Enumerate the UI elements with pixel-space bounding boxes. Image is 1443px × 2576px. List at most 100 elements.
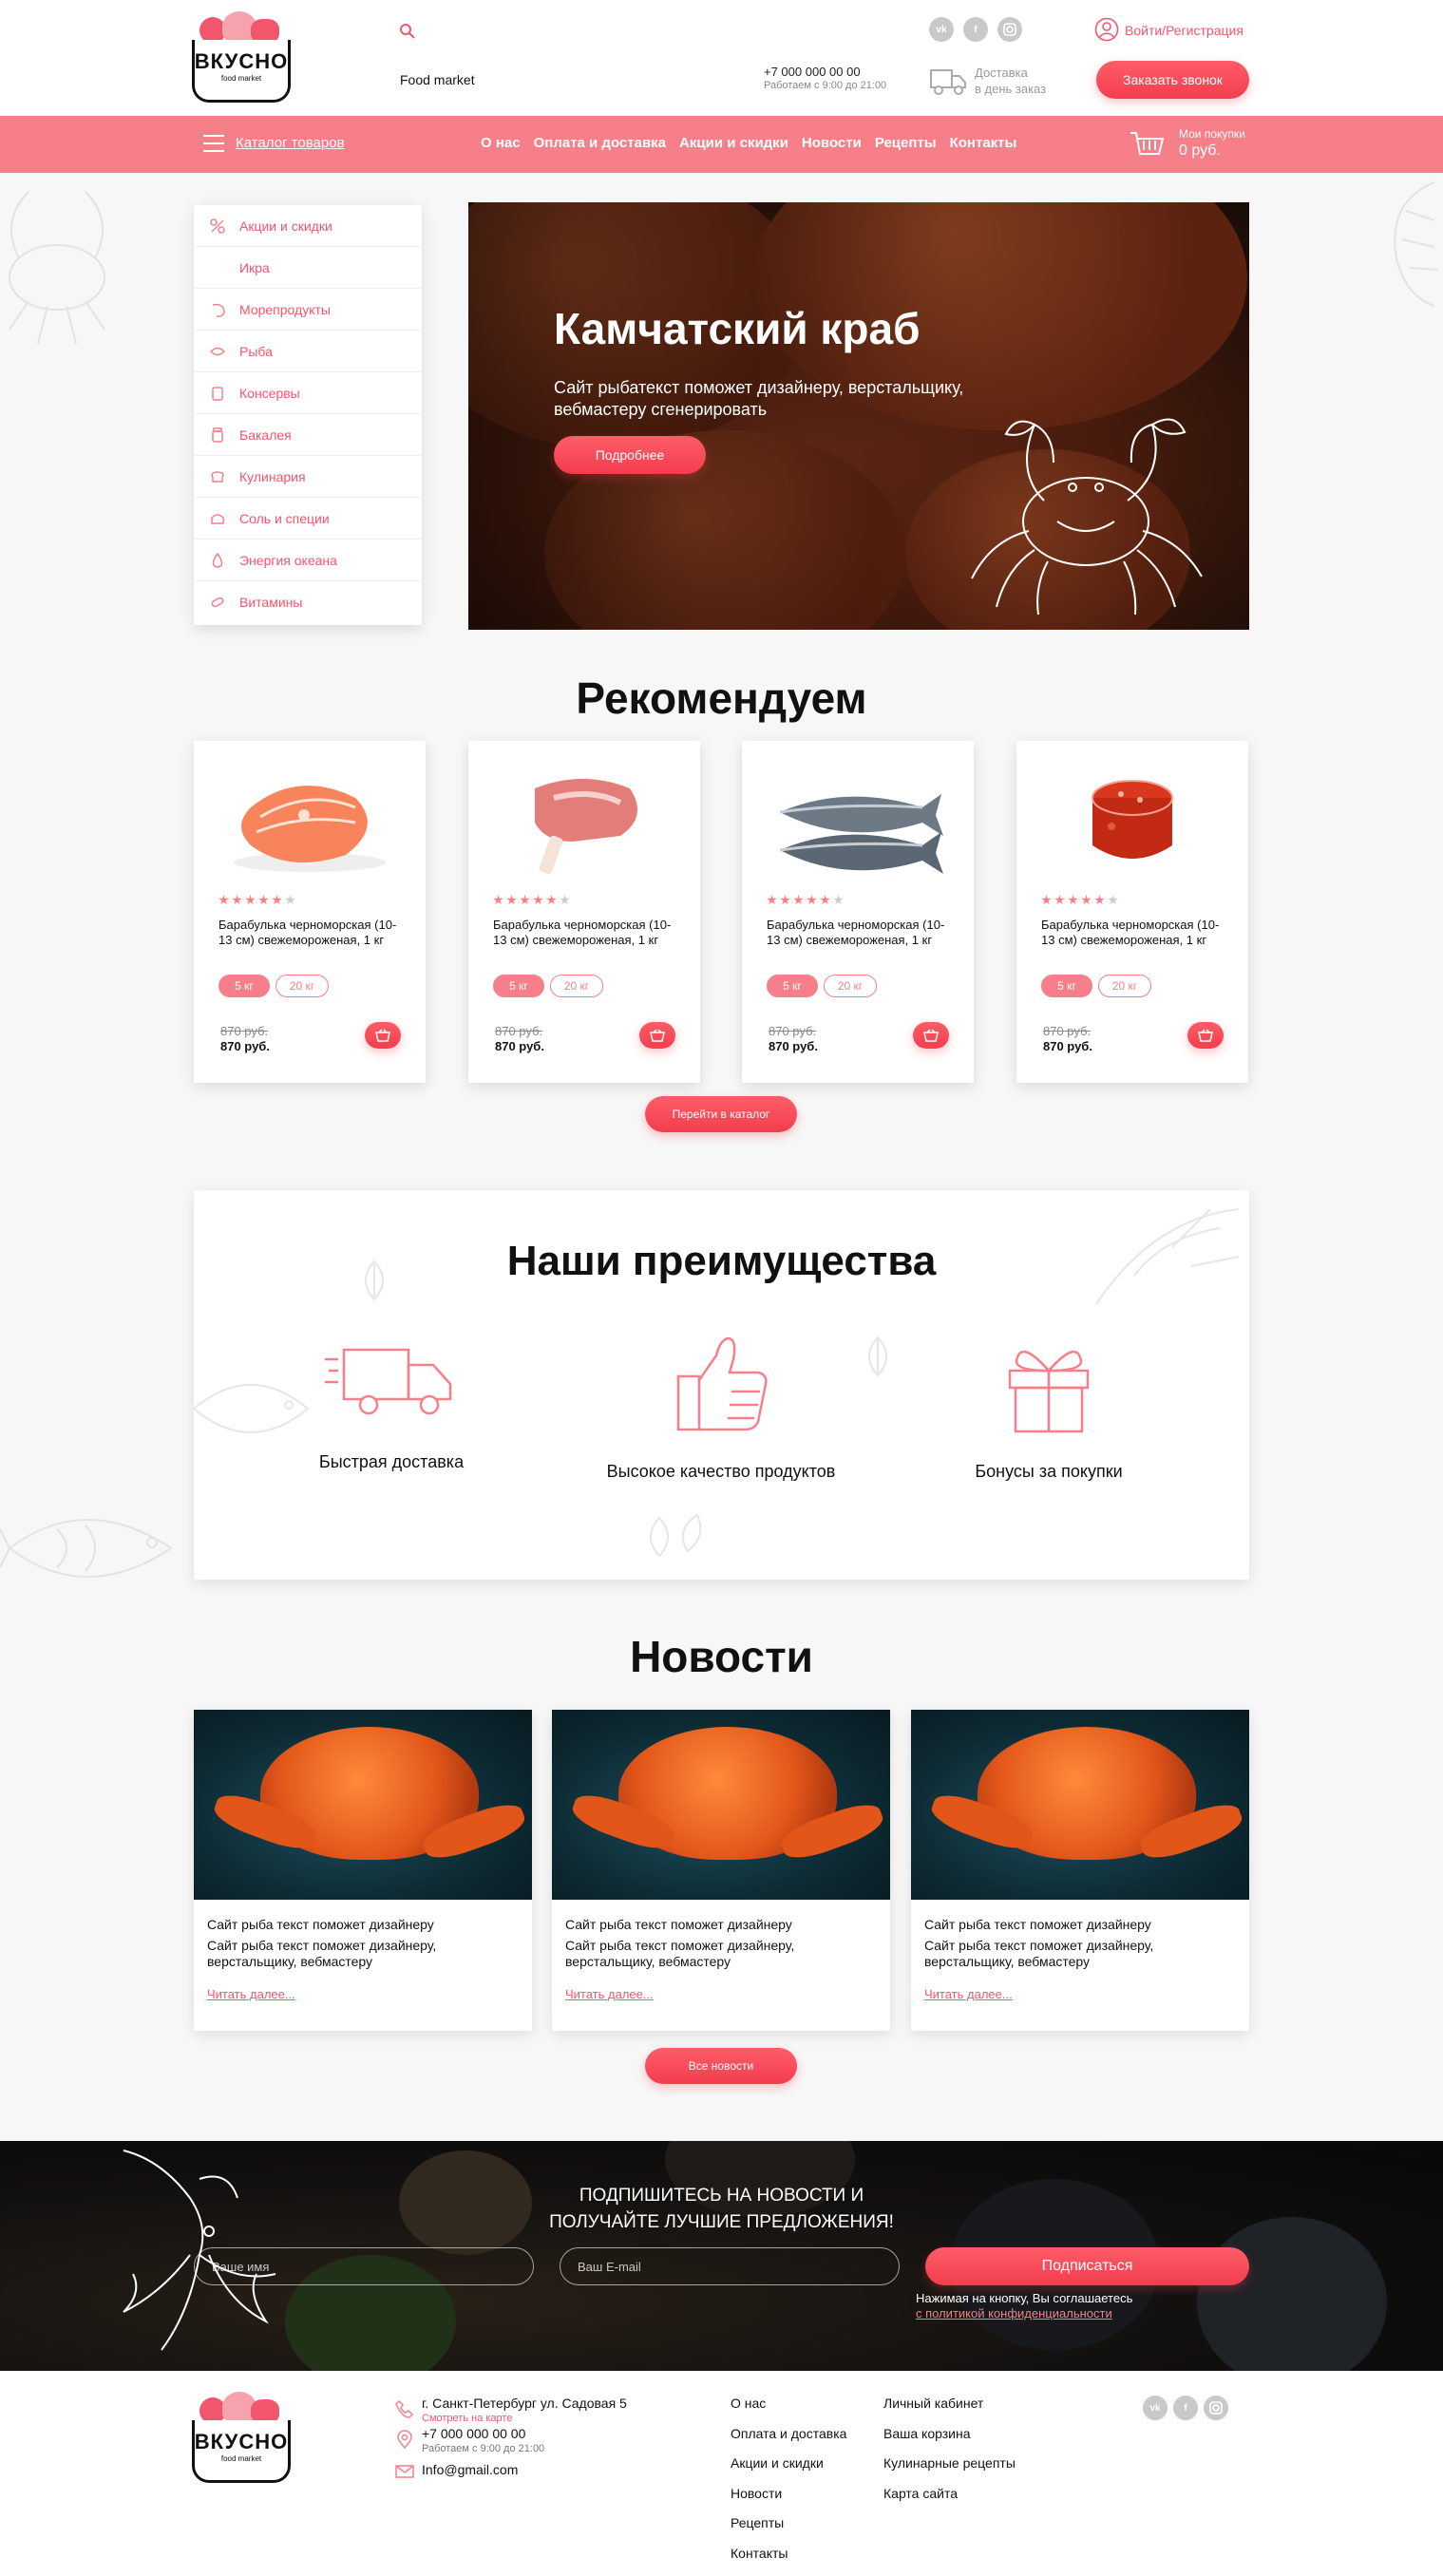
nav-link-payment[interactable]: Оплата и доставка [534,135,666,151]
fish-lineart-left [0,1519,173,1578]
hero-more-button[interactable]: Подробнее [554,436,706,474]
sidebar-item-caviar[interactable]: Икра [194,247,422,289]
weight-option[interactable]: 20 кг [550,975,603,997]
product-card[interactable]: Барабулька черноморская (10-13 см) свеже… [742,741,974,1083]
news-card[interactable]: Сайт рыба текст поможет дизайнеру Сайт р… [194,1710,532,2031]
footer-link-recipes[interactable]: Рецепты [731,2515,784,2530]
footer-link-cart[interactable]: Ваша корзина [883,2426,971,2441]
nav-link-news[interactable]: Новости [802,135,862,151]
product-name[interactable]: Барабулька черноморская (10-13 см) свеже… [767,918,957,948]
news-image-crab [911,1710,1249,1900]
add-to-cart-button[interactable] [913,1022,949,1049]
sidebar-item-seafood[interactable]: Морепродукты [194,289,422,331]
product-name[interactable]: Барабулька черноморская (10-13 см) свеже… [493,918,683,948]
sidebar-item-vitamins[interactable]: Витамины [194,581,422,623]
footer-email[interactable]: Info@gmail.com [422,2462,518,2477]
news-excerpt: Сайт рыба текст поможет дизайнеру, верст… [565,1938,795,1969]
read-more-link[interactable]: Читать далее... [565,1987,654,2001]
instagram-icon[interactable] [1204,2396,1228,2420]
cart-icon[interactable] [1129,127,1167,161]
menu-icon[interactable] [203,135,224,152]
price: 870 руб. [769,1039,818,1053]
vk-icon[interactable]: vk [1143,2396,1168,2420]
news-excerpt: Сайт рыба текст поможет дизайнеру, верст… [924,1938,1154,1969]
sidebar-item-canned[interactable]: Консервы [194,372,422,414]
salt-icon [207,508,228,529]
footer-map-link[interactable]: Смотреть на карте [422,2413,512,2424]
product-name[interactable]: Барабулька черноморская (10-13 см) свеже… [1041,918,1231,948]
footer-link-cooking-recipes[interactable]: Кулинарные рецепты [883,2455,1016,2471]
sidebar-item-label: Акции и скидки [239,218,332,234]
sidebar-item-sales[interactable]: Акции и скидки [194,205,422,247]
nav-link-sales[interactable]: Акции и скидки [679,135,788,151]
search-icon[interactable] [399,23,416,40]
email-input[interactable] [560,2247,900,2285]
news-title: Новости [630,1632,813,1681]
logo-subtitle: food market [220,74,262,83]
sidebar-item-fish[interactable]: Рыба [194,331,422,372]
weight-option[interactable]: 20 кг [275,975,329,997]
cart-label[interactable]: Мои покупки [1179,127,1245,141]
read-more-link[interactable]: Читать далее... [924,1987,1013,2001]
facebook-icon[interactable]: f [1173,2396,1198,2420]
callback-button[interactable]: Заказать звонок [1096,61,1249,99]
news-card[interactable]: Сайт рыба текст поможет дизайнеру Сайт р… [911,1710,1249,2031]
footer-link-news[interactable]: Новости [731,2486,782,2501]
footer-link-about[interactable]: О нас [731,2396,766,2411]
weight-option[interactable]: 20 кг [824,975,877,997]
footer-link-contacts[interactable]: Контакты [731,2546,788,2561]
header-phone[interactable]: +7 000 000 00 00 [764,65,861,79]
nav-link-contacts[interactable]: Контакты [950,135,1017,151]
footer-link-payment[interactable]: Оплата и доставка [731,2426,846,2441]
add-to-cart-button[interactable] [365,1022,401,1049]
catalog-link[interactable]: Каталог товаров [236,135,345,151]
weight-option[interactable]: 5 кг [218,975,270,997]
old-price: 870 руб. [220,1024,269,1038]
news-card[interactable]: Сайт рыба текст поможет дизайнеру Сайт р… [552,1710,890,2031]
sidebar-item-cooking[interactable]: Кулинария [194,456,422,498]
mail-icon [395,2465,414,2478]
footer-phone[interactable]: +7 000 000 00 00 [422,2426,525,2441]
footer-link-sales[interactable]: Акции и скидки [731,2455,824,2471]
footer-link-sitemap[interactable]: Карта сайта [883,2486,958,2501]
add-to-cart-button[interactable] [639,1022,675,1049]
weight-option[interactable]: 5 кг [767,975,818,997]
nav-link-recipes[interactable]: Рецепты [875,135,937,151]
footer-logo[interactable]: ВКУСНО food market [192,2392,291,2487]
facebook-icon[interactable]: f [963,17,988,42]
weight-option[interactable]: 5 кг [493,975,544,997]
vk-icon[interactable]: vk [929,17,954,42]
privacy-policy-link[interactable]: с политикой конфиденциальности [916,2306,1112,2320]
read-more-link[interactable]: Читать далее... [207,1987,295,2001]
sidebar-item-label: Бакалея [239,426,292,443]
product-image-salmon [234,786,386,872]
header-hours: Работаем с 9:00 до 21:00 [764,80,887,91]
name-input[interactable] [194,2247,534,2285]
go-to-catalog-button[interactable]: Перейти в каталог [645,1096,797,1132]
weight-option[interactable]: 5 кг [1041,975,1092,997]
weight-option[interactable]: 20 кг [1098,975,1151,997]
product-image-caviar [1092,780,1173,859]
news-excerpt: Сайт рыба текст поможет дизайнеру, верст… [207,1938,437,1969]
sidebar-item-ocean-energy[interactable]: Энергия океана [194,540,422,581]
site-logo[interactable]: ВКУСНО food market [192,11,291,106]
nav-link-about[interactable]: О нас [481,135,521,151]
product-card[interactable]: Барабулька черноморская (10-13 см) свеже… [1016,741,1248,1083]
all-news-button[interactable]: Все новости [645,2048,797,2084]
leaf-icon [868,1335,887,1377]
advantages-section: Наши преимущества Быстрая доставка Высок… [194,1190,1249,1580]
product-name[interactable]: Барабулька черноморская (10-13 см) свеже… [218,918,408,948]
sidebar-item-spices[interactable]: Соль и специи [194,498,422,540]
subscribe-button[interactable]: Подписаться [925,2247,1249,2285]
sidebar-item-label: Консервы [239,385,300,401]
footer-link-account[interactable]: Личный кабинет [883,2396,983,2411]
user-icon[interactable] [1094,17,1119,42]
sidebar-item-grocery[interactable]: Бакалея [194,414,422,456]
hero-banner: Камчатский краб Сайт рыбатекст поможет д… [468,202,1249,630]
product-card[interactable]: Барабулька черноморская (10-13 см) свеже… [468,741,700,1083]
sidebar-item-label: Энергия океана [239,552,337,568]
login-link[interactable]: Войти/Регистрация [1125,23,1244,38]
product-card[interactable]: Барабулька черноморская (10-13 см) свеже… [194,741,426,1083]
instagram-icon[interactable] [997,17,1022,42]
add-to-cart-button[interactable] [1187,1022,1224,1049]
